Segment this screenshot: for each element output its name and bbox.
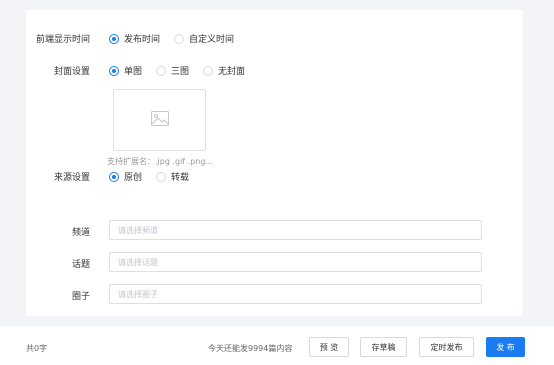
cover-format-hint: 支持扩展名：.jpg .gif .png... [107,157,214,166]
word-count: 共0字 [26,344,48,353]
radio-single-image[interactable]: 单图 [109,64,142,77]
circle-label: 圈子 [71,292,90,302]
image-icon [150,111,169,129]
save-draft-button[interactable]: 存草稿 [360,337,407,357]
display-time-radio-group: 发布时间 自定义时间 [109,32,248,45]
radio-label: 转载 [171,173,190,183]
radio-custom-time[interactable]: 自定义时间 [174,32,234,45]
channel-label: 频道 [71,228,90,238]
topic-select[interactable] [109,252,482,272]
remaining-posts: 今天还能发9994篇内容 [208,344,293,353]
radio-dot [156,65,167,76]
radio-label: 无封面 [218,67,246,77]
radio-dot [109,65,119,76]
display-time-label: 前端显示时间 [35,35,90,45]
radio-dot [109,171,119,182]
source-radio-group: 原创 转载 [109,170,203,183]
cover-upload-box[interactable] [113,89,206,151]
circle-select[interactable] [109,284,482,304]
radio-repost[interactable]: 转载 [156,170,189,183]
schedule-publish-button[interactable]: 定时发布 [419,337,474,357]
radio-label: 三图 [171,67,190,77]
radio-dot [156,171,167,182]
channel-select[interactable] [109,220,482,240]
footer-bar: 共0字 今天还能发9994篇内容 预 览 存草稿 定时发布 发 布 [0,326,554,365]
radio-dot [109,33,119,44]
source-label: 来源设置 [53,173,90,183]
radio-label: 自定义时间 [189,35,235,45]
cover-label: 封面设置 [53,67,90,77]
radio-label: 单图 [124,67,143,77]
preview-button[interactable]: 预 览 [309,337,349,357]
publish-button[interactable]: 发 布 [486,337,525,357]
radio-original[interactable]: 原创 [109,170,142,183]
radio-label: 原创 [124,173,143,183]
radio-publish-time[interactable]: 发布时间 [109,32,160,45]
radio-dot [203,65,214,76]
radio-label: 发布时间 [124,35,161,45]
cover-radio-group: 单图 三图 无封面 [109,64,259,77]
radio-three-images[interactable]: 三图 [156,64,189,77]
topic-label: 话题 [71,260,90,270]
radio-dot [174,33,185,44]
radio-no-cover[interactable]: 无封面 [203,64,245,77]
